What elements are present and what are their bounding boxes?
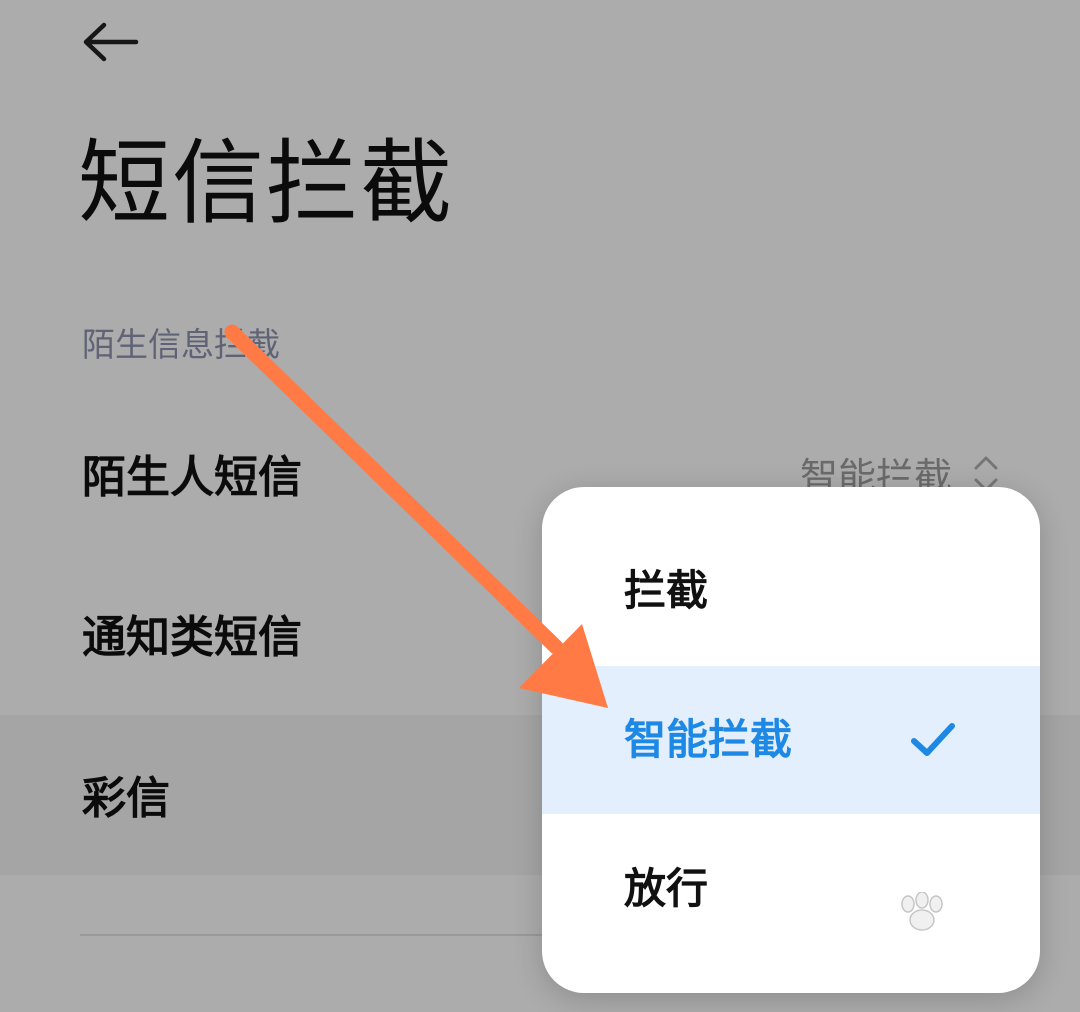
- menu-item-label: 放行: [624, 864, 709, 913]
- checkmark-icon: [911, 723, 955, 756]
- menu-item-label: 智能拦截: [624, 715, 793, 764]
- menu-item-smart-block[interactable]: 智能拦截: [542, 666, 1040, 814]
- paw-icon: [901, 892, 943, 931]
- menu-item-block[interactable]: 拦截: [542, 517, 1040, 665]
- watermark-logo: [824, 892, 1024, 988]
- screen: 短信拦截 陌生信息拦截 陌生人短信 智能拦截 通知类短信 彩信 拦截 智能拦截 …: [0, 0, 1080, 1012]
- menu-item-label: 拦截: [624, 566, 709, 615]
